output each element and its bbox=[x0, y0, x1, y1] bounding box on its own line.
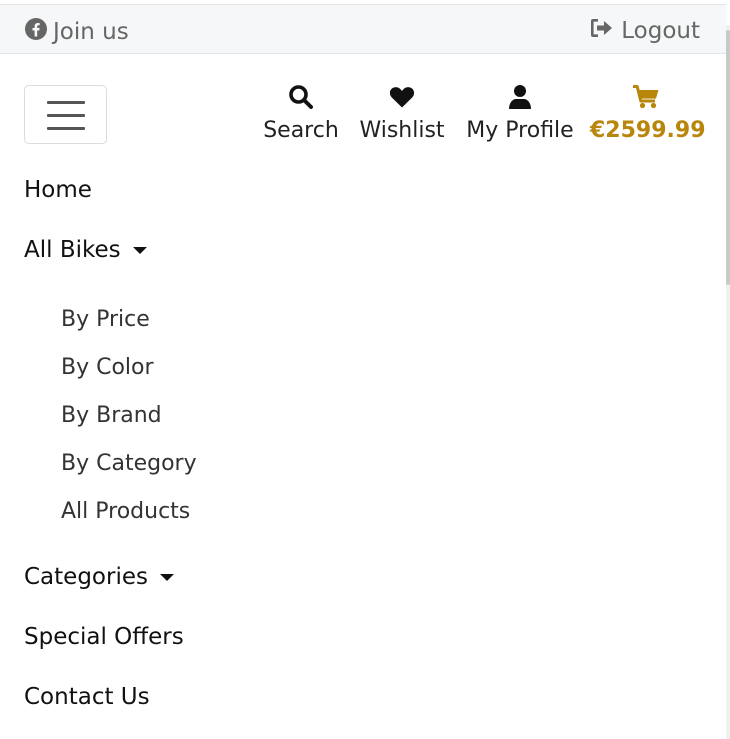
join-us-label: Join us bbox=[53, 19, 129, 45]
shopping-cart-icon bbox=[590, 80, 702, 114]
menu-item-categories[interactable]: Categories bbox=[24, 564, 174, 590]
top-bar: Join us Logout bbox=[0, 4, 726, 54]
submenu-item-by-category[interactable]: By Category bbox=[61, 451, 197, 476]
search-nav-item[interactable]: Search bbox=[260, 80, 342, 143]
user-icon bbox=[460, 80, 580, 114]
heart-icon bbox=[354, 80, 450, 114]
hamburger-bar bbox=[47, 114, 85, 117]
join-us-link[interactable]: Join us bbox=[24, 17, 129, 47]
menu-item-home[interactable]: Home bbox=[24, 177, 92, 203]
menu-item-home-label: Home bbox=[24, 177, 92, 203]
cart-total: €2599.99 bbox=[590, 118, 706, 143]
wishlist-nav-item[interactable]: Wishlist bbox=[354, 80, 450, 143]
caret-down-icon bbox=[132, 246, 147, 254]
search-label: Search bbox=[263, 118, 339, 143]
scrollbar-thumb[interactable] bbox=[726, 30, 730, 285]
logout-label: Logout bbox=[621, 18, 700, 44]
submenu-item-by-color[interactable]: By Color bbox=[61, 355, 154, 380]
my-profile-label: My Profile bbox=[466, 118, 574, 143]
my-profile-nav-item[interactable]: My Profile bbox=[460, 80, 580, 143]
menu-item-special-offers-label: Special Offers bbox=[24, 624, 184, 650]
search-icon bbox=[260, 80, 342, 114]
submenu-item-all-products[interactable]: All Products bbox=[61, 499, 190, 524]
menu-item-contact-us-label: Contact Us bbox=[24, 684, 150, 710]
menu-toggle-button[interactable] bbox=[24, 85, 107, 144]
menu-item-all-bikes[interactable]: All Bikes bbox=[24, 237, 147, 263]
cart-nav-item[interactable]: €2599.99 bbox=[590, 80, 706, 143]
caret-down-icon bbox=[159, 573, 174, 581]
hamburger-bar bbox=[47, 127, 85, 130]
sign-out-icon bbox=[589, 17, 613, 45]
menu-item-special-offers[interactable]: Special Offers bbox=[24, 624, 184, 650]
logout-link[interactable]: Logout bbox=[589, 17, 700, 45]
submenu-item-by-price[interactable]: By Price bbox=[61, 307, 150, 332]
menu-item-all-bikes-label: All Bikes bbox=[24, 237, 121, 263]
menu-item-categories-label: Categories bbox=[24, 564, 148, 590]
wishlist-label: Wishlist bbox=[359, 118, 445, 143]
page-scrollbar[interactable] bbox=[726, 25, 730, 739]
facebook-icon bbox=[24, 17, 48, 47]
menu-item-contact-us[interactable]: Contact Us bbox=[24, 684, 150, 710]
hamburger-icon bbox=[47, 101, 85, 104]
submenu-item-by-brand[interactable]: By Brand bbox=[61, 403, 162, 428]
